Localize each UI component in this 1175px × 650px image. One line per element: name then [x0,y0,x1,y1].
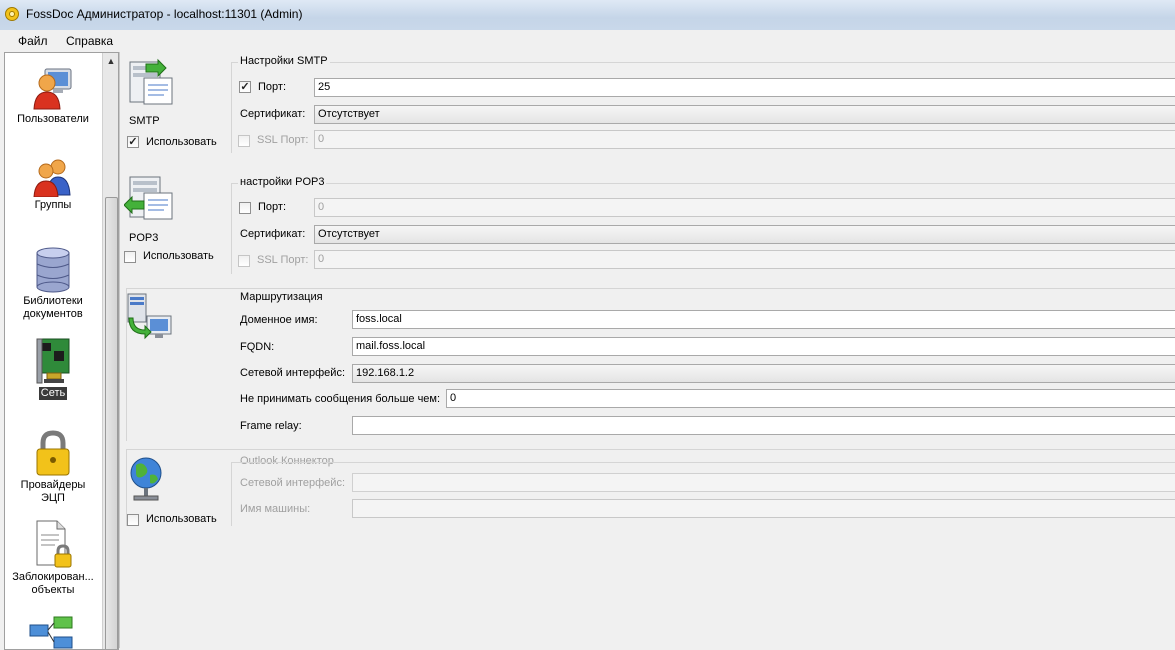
pop3-ssl-label: SSL Порт: [257,254,309,266]
smtp-section-label: SMTP [129,115,160,127]
outlook-interface-label: Сетевой интерфейс: [240,477,346,489]
pop3-cert-select[interactable]: Отсутствует [314,225,1175,244]
menu-file[interactable]: Файл [18,34,48,48]
domain-name-input[interactable]: foss.local [352,310,1175,329]
network-interface-label: Сетевой интерфейс: [240,367,346,379]
frame-relay-label: Frame relay: [240,420,302,432]
sidebar-item-label: Библиотеки документов [23,295,83,320]
sidebar-item-label: Группы [34,199,72,211]
sidebar-item-label: Провайдеры ЭЦП [20,479,86,504]
scrollbar-thumb[interactable] [105,197,118,649]
pop3-use-label: Использовать [143,250,214,262]
max-message-size-label: Не принимать сообщения больше чем: [240,393,441,405]
pop3-port-input[interactable]: 0 [314,198,1175,217]
checkmark-icon: ✓ [240,81,250,93]
title-bar: FossDoc Администратор - localhost:11301 … [0,0,1175,30]
smtp-ssl-input[interactable]: 0 [314,130,1175,149]
pop3-port-checkbox[interactable] [239,202,251,214]
locked-document-icon [36,520,72,568]
sidebar-item-workflow[interactable] [5,615,101,649]
menu-help[interactable]: Справка [66,34,113,48]
app-gear-icon [5,7,19,21]
machine-name-input[interactable] [352,499,1175,518]
menu-bar: Файл Справка [0,30,1175,50]
smtp-cert-label: Сертификат: [240,108,306,120]
workflow-icon [29,616,73,649]
scroll-up-arrow-icon[interactable]: ▲ [103,53,118,69]
pop3-server-icon [124,176,173,220]
smtp-use-label: Использовать [146,136,217,148]
fqdn-input[interactable]: mail.foss.local [352,337,1175,356]
smtp-use-checkbox[interactable]: ✓ [127,136,139,148]
groups-icon [33,159,71,197]
pop3-ssl-checkbox[interactable] [238,255,250,267]
pop3-group-title: настройки POP3 [238,176,327,188]
sidebar-item-label: Сеть [38,387,68,400]
sidebar-item-label: Заблокирован... объекты [12,571,94,596]
panel-divider [119,52,120,648]
smtp-server-icon [129,58,173,105]
sidebar-item-users[interactable]: Пользователи [5,65,101,126]
smtp-cert-select[interactable]: Отсутствует [314,105,1175,124]
routing-server-icon [127,293,172,340]
sidebar-item-label: Пользователи [17,113,89,125]
pop3-port-label: Порт: [258,201,286,213]
sidebar-scrollbar[interactable]: ▲ [102,53,118,649]
sidebar-item-locked-objects[interactable]: Заблокирован... объекты [5,519,101,597]
sidebar-item-signature-providers[interactable]: Провайдеры ЭЦП [5,429,101,505]
pop3-ssl-input[interactable]: 0 [314,250,1175,269]
domain-name-label: Доменное имя: [240,314,318,326]
network-card-icon [36,338,70,384]
sidebar-item-network[interactable]: Сеть [5,337,101,400]
routing-group-title: Маршрутизация [238,291,325,303]
database-icon [36,247,70,293]
pop3-use-checkbox[interactable] [124,251,136,263]
outlook-interface-select[interactable] [352,473,1175,492]
checkmark-icon: ✓ [128,136,138,148]
smtp-group-title: Настройки SMTP [238,55,330,67]
network-interface-select[interactable]: 192.168.1.2 [352,364,1175,383]
fqdn-label: FQDN: [240,341,275,353]
frame-relay-input[interactable] [352,416,1175,435]
smtp-port-label: Порт: [258,81,286,93]
padlock-icon [36,430,70,476]
window-title: FossDoc Администратор - localhost:11301 … [26,7,303,21]
sidebar-item-libraries[interactable]: Библиотеки документов [5,247,101,321]
users-icon [33,68,72,110]
machine-name-label: Имя машины: [240,503,311,515]
sidebar-item-groups[interactable]: Группы [5,157,101,212]
smtp-port-input[interactable]: 25 [314,78,1175,97]
navigation-sidebar: Пользователи Группы Библиотеки документо… [4,52,119,650]
pop3-section-label: POP3 [129,232,159,244]
smtp-ssl-label: SSL Порт: [257,134,309,146]
smtp-ssl-checkbox[interactable] [238,135,250,147]
smtp-port-checkbox[interactable]: ✓ [239,81,251,93]
max-message-size-input[interactable]: 0 [446,389,1175,408]
pop3-cert-label: Сертификат: [240,228,306,240]
